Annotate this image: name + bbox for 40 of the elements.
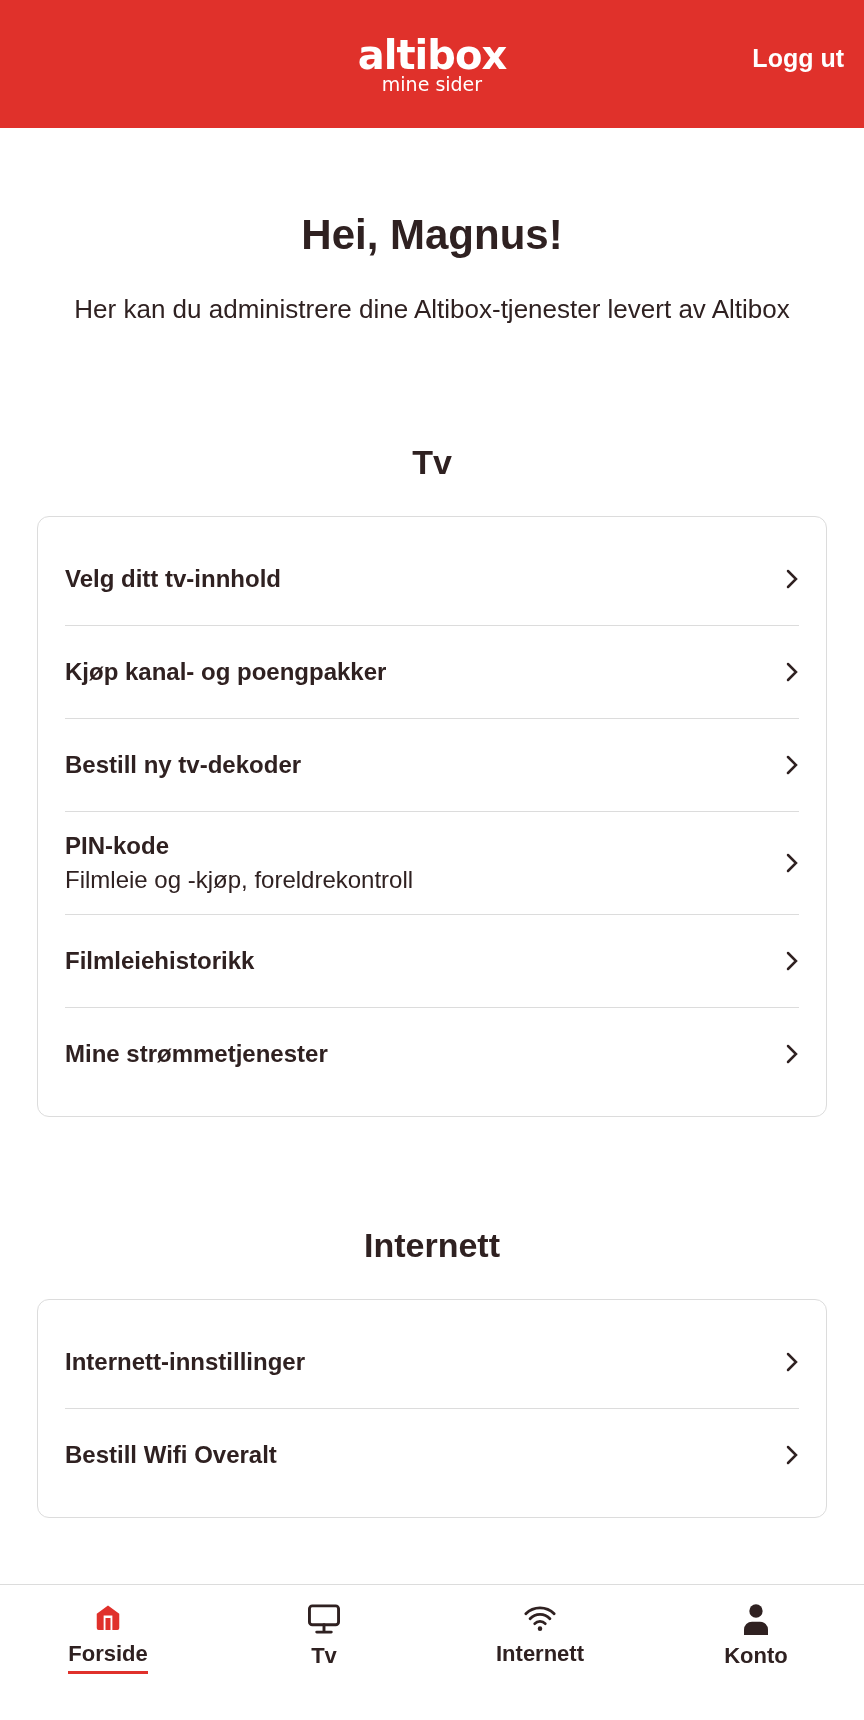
chevron-right-icon [785,1351,799,1373]
menu-item[interactable]: PIN-kode Filmleie og -kjøp, foreldrekontroll [65,812,799,915]
nav-label: Internett [496,1641,584,1668]
item-description: Filmleie og -kjøp, foreldrekontroll [65,866,414,894]
item-label: Kjøp kanal- og poengpakker [65,658,387,686]
chevron-right-icon [785,1444,799,1466]
menu-item[interactable]: Kjøp kanal- og poengpakker [65,626,799,719]
nav-label: Tv [311,1643,337,1670]
menu-item[interactable]: Internett-innstillinger [65,1316,799,1409]
nav-tab[interactable]: Tv [216,1585,432,1720]
item-label: Bestill ny tv-dekoder [65,751,302,779]
item-label: Internett-innstillinger [65,1348,305,1376]
greeting-title: Hei, Magnus! [301,210,563,260]
section-title: Tv [411,442,453,483]
nav-tab[interactable]: Konto [648,1585,864,1720]
nav-label: Forside [68,1641,148,1674]
item-label: Mine strømmetjenester [65,1040,328,1068]
nav-tab[interactable]: Internett [432,1585,648,1720]
item-label: Bestill Wifi Overalt [65,1441,277,1469]
chevron-right-icon [785,568,799,590]
logo-text: altibox [357,34,507,75]
item-label: Filmleiehistorikk [65,947,255,975]
chevron-right-icon [785,1043,799,1065]
menu-item[interactable]: Bestill Wifi Overalt [65,1409,799,1501]
greeting-text: Her kan du administrere dine Altibox-tjenester levert av Altibox [74,293,790,326]
logo-subtitle: mine sider [381,74,483,94]
chevron-right-icon [785,754,799,776]
menu-item[interactable]: Bestill ny tv-dekoder [65,719,799,812]
section-title: Internett [363,1225,501,1266]
item-label: PIN-kode [65,832,170,860]
menu-item[interactable]: Velg ditt tv-innhold [65,533,799,626]
item-label: Velg ditt tv-innhold [65,565,281,593]
chevron-right-icon [785,950,799,972]
logout-link[interactable]: Logg ut [752,44,844,73]
chevron-right-icon [785,852,799,874]
chevron-right-icon [785,661,799,683]
nav-label: Konto [724,1643,788,1670]
menu-item[interactable]: Mine strømmetjenester [65,1008,799,1100]
menu-item[interactable]: Filmleiehistorikk [65,915,799,1008]
nav-tab[interactable]: Forside [0,1585,216,1720]
